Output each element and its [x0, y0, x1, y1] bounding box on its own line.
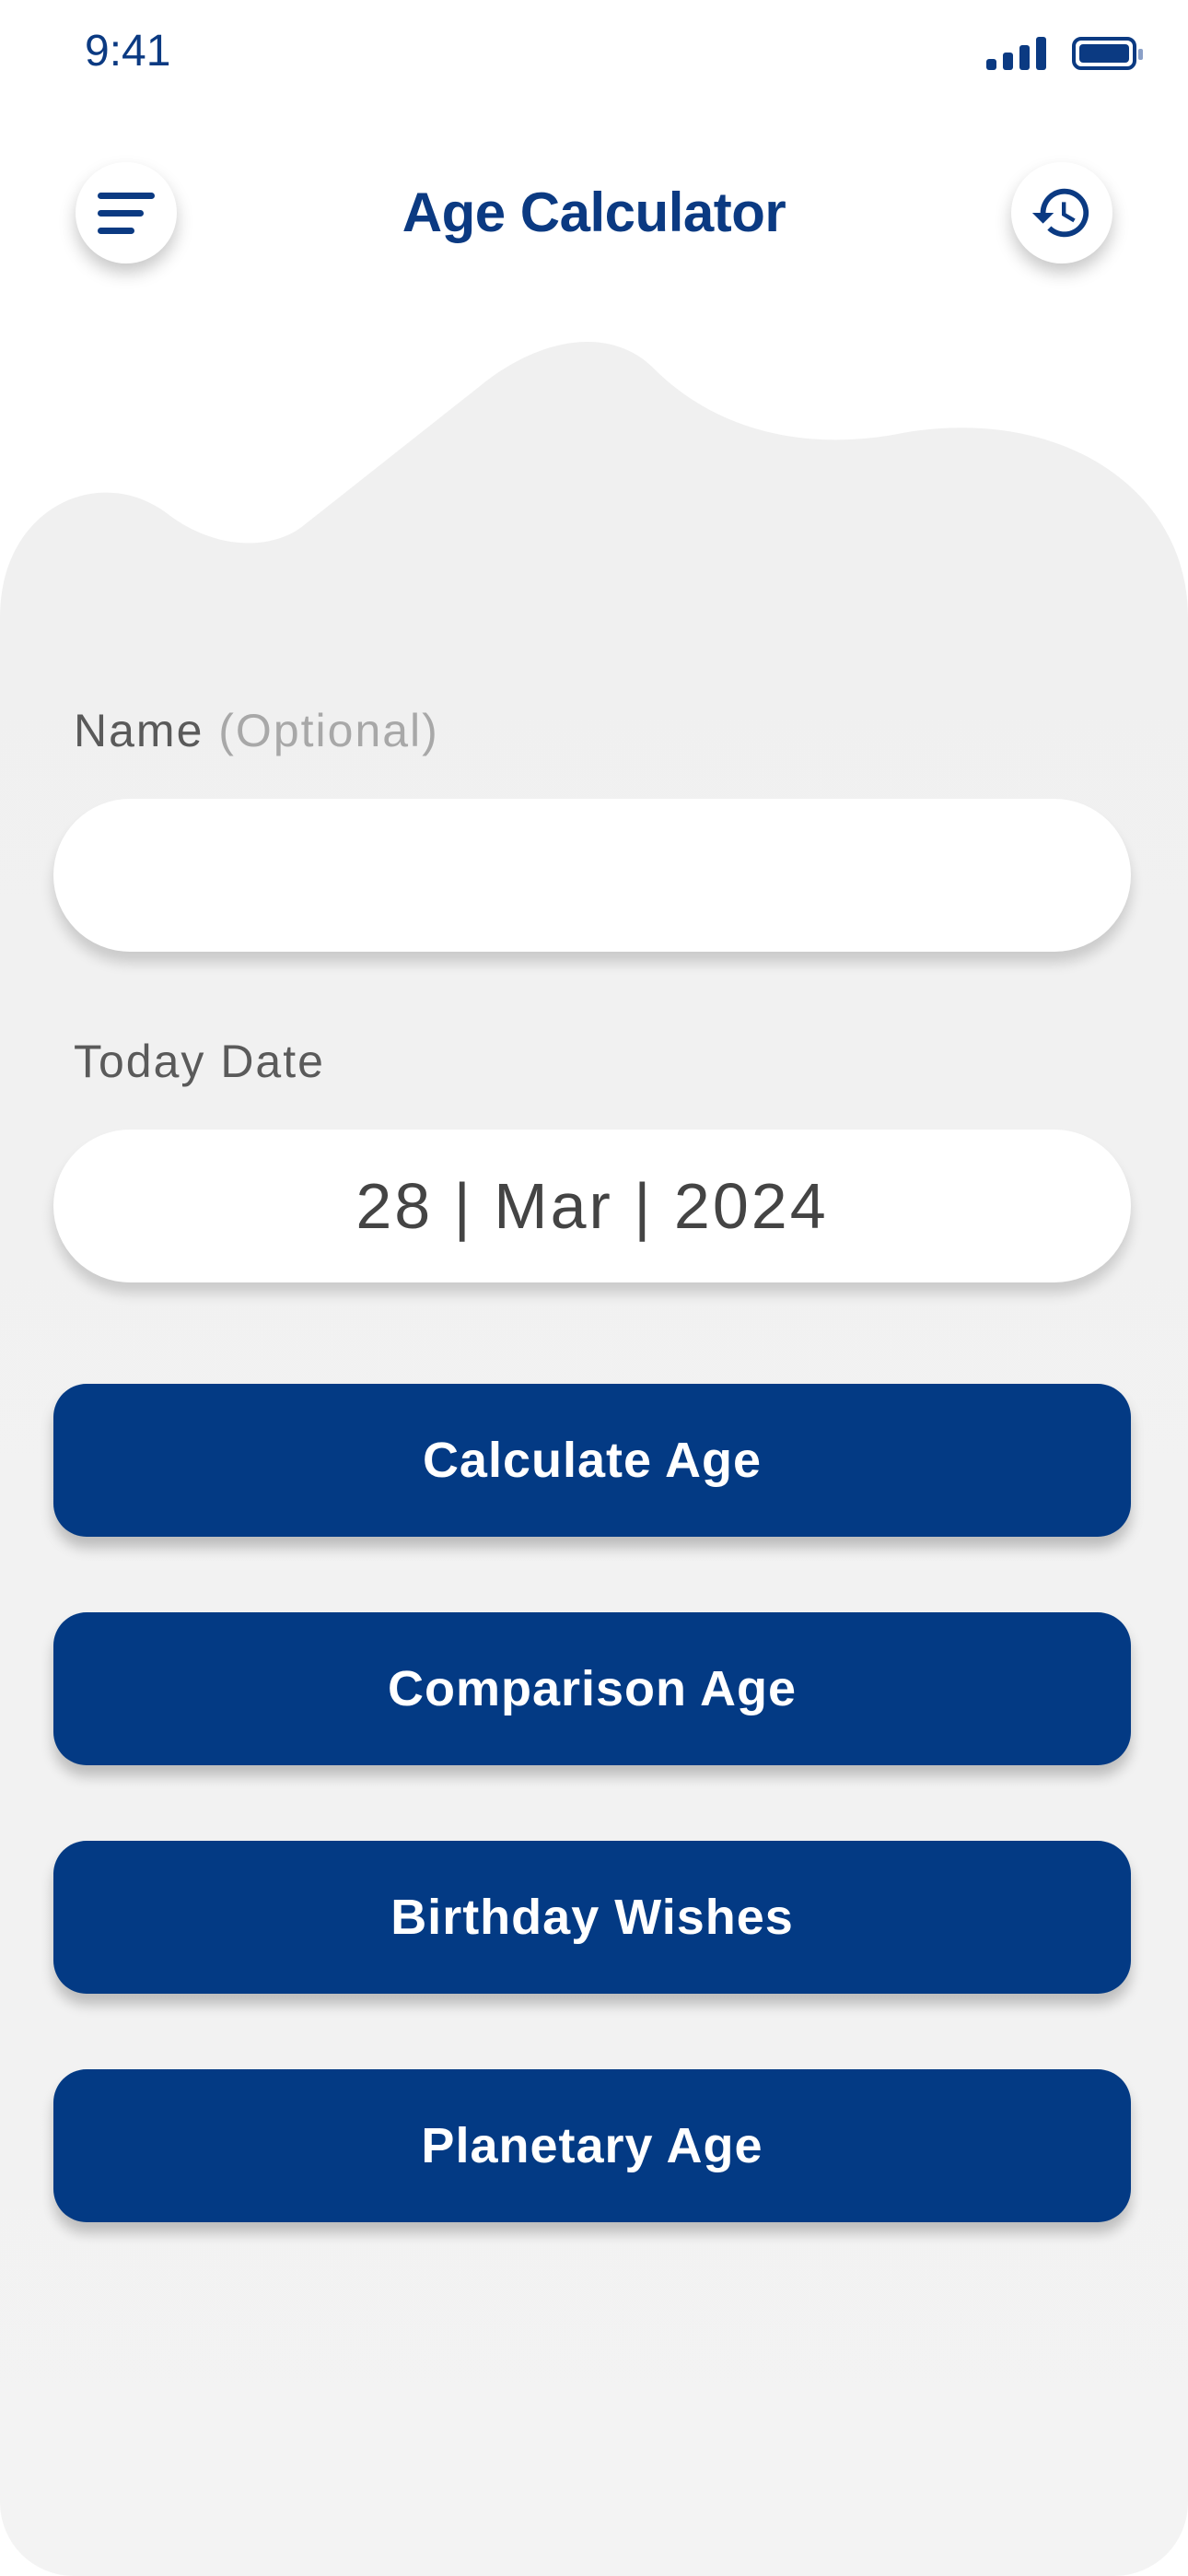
today-date-picker[interactable]: 28 | Mar | 2024 — [53, 1130, 1131, 1282]
date-value: 28 | Mar | 2024 — [355, 1170, 829, 1242]
battery-icon — [1072, 37, 1143, 70]
page-title: Age Calculator — [402, 181, 786, 243]
birthday-wishes-label: Birthday Wishes — [390, 1890, 794, 1945]
name-label-text: Name — [74, 705, 204, 756]
status-time: 9:41 — [85, 27, 171, 76]
name-label: Name (Optional) — [74, 704, 439, 757]
signal-icon — [986, 37, 1046, 70]
calculate-age-label: Calculate Age — [422, 1433, 763, 1488]
comparison-age-button[interactable]: Comparison Age — [53, 1612, 1131, 1765]
app-screen: 9:41 Age Calculator Name (Optional) Toda… — [0, 0, 1188, 2576]
planetary-age-button[interactable]: Planetary Age — [53, 2069, 1131, 2222]
name-input[interactable] — [53, 799, 1131, 952]
comparison-age-label: Comparison Age — [387, 1661, 798, 1716]
birthday-wishes-button[interactable]: Birthday Wishes — [53, 1841, 1131, 1994]
name-optional-text: (Optional) — [218, 705, 439, 756]
status-icons — [986, 37, 1143, 70]
today-date-label: Today Date — [74, 1036, 325, 1087]
history-icon — [1031, 188, 1089, 238]
planetary-age-label: Planetary Age — [421, 2118, 763, 2173]
calculate-age-button[interactable]: Calculate Age — [53, 1384, 1131, 1537]
history-button[interactable] — [1011, 162, 1112, 263]
